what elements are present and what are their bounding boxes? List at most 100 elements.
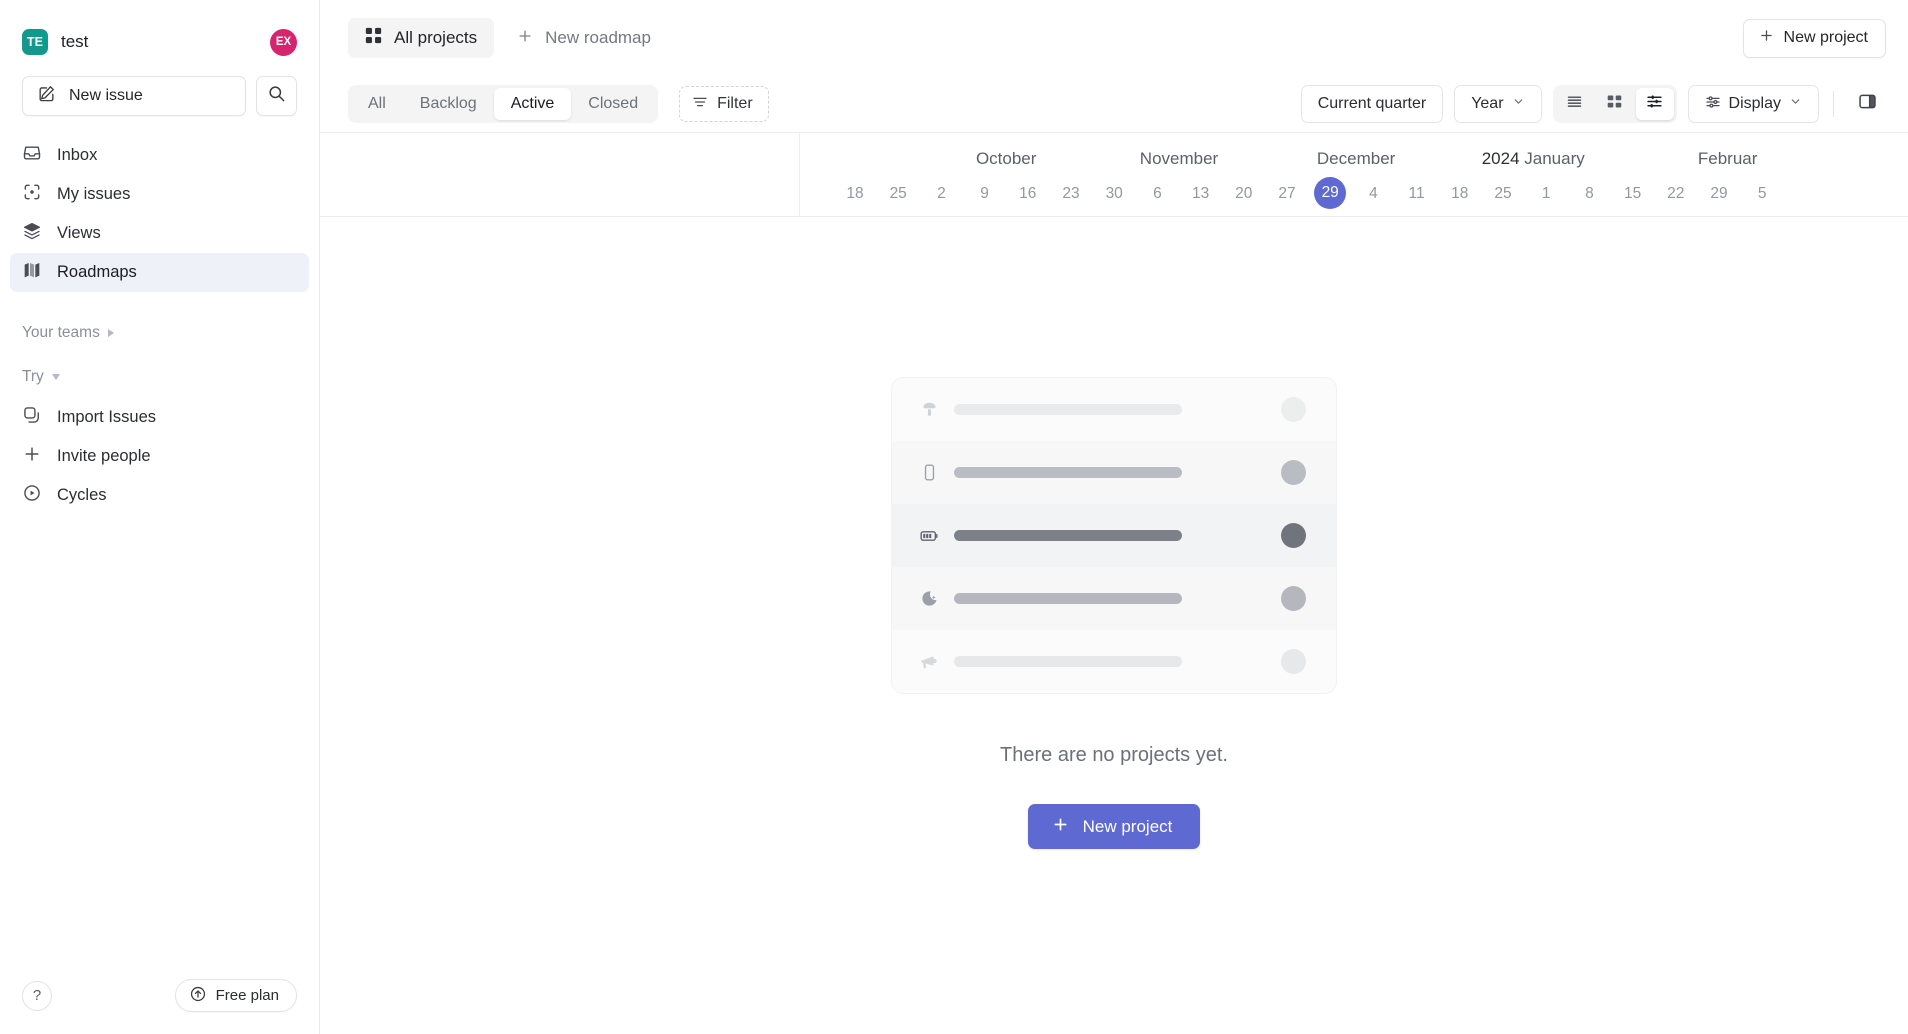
chevron-right-icon [107,329,114,337]
plus-icon [1758,27,1775,49]
tab-backlog[interactable]: Backlog [403,88,494,120]
workspace-name: test [61,32,89,51]
new-project-cta-label: New project [1082,816,1173,836]
search-button[interactable] [256,76,297,116]
new-project-button-top[interactable]: New project [1742,18,1886,58]
timeline-day: 20 [1235,185,1253,202]
current-quarter-button[interactable]: Current quarter [1300,85,1444,123]
mushroom-icon [914,400,944,419]
timeline-day: 1 [1541,185,1551,202]
timeline-scale[interactable]: 18 25 2 9 16 23 30 6 13 20 27 29 4 11 18 25 1 8 15 22 29 5 Oct… [800,133,1908,216]
skeleton-placeholder [891,377,1337,694]
sidebar-item-label: Invite people [57,447,151,465]
all-projects-tab[interactable]: All projects [348,18,495,58]
workspace-header[interactable]: TE test EX [0,0,319,62]
new-issue-button[interactable]: New issue [22,76,246,116]
inbox-icon [22,143,42,168]
empty-message: There are no projects yet. [1000,744,1228,766]
timeline-header: 18 25 2 9 16 23 30 6 13 20 27 29 4 11 18 25 1 8 15 22 29 5 Oct… [320,133,1908,217]
timeline-month-label: January [1524,149,1585,168]
top-bar: All projects New roadmap New project [320,0,1908,76]
sidebar-item-inbox[interactable]: Inbox [10,136,309,175]
sidebar-item-invite-people[interactable]: Invite people [10,437,309,476]
timeline-day: 4 [1369,185,1378,202]
timeline-year: 2024 [1481,149,1525,168]
timeline-day: 6 [1153,185,1162,202]
new-roadmap-button[interactable]: New roadmap [502,18,665,58]
new-project-button-cta[interactable]: New project [1027,804,1201,849]
timeline-day: 16 [1019,185,1037,202]
skeleton-bar [954,656,1182,667]
timeline-view-button[interactable] [1635,88,1674,120]
list-icon [1566,93,1583,115]
timeline-day: 18 [846,185,864,202]
skeleton-bar [954,593,1182,604]
target-icon [22,182,42,207]
timeline-canvas: There are no projects yet. New project [320,217,1908,1034]
chevron-down-icon [1789,95,1802,113]
skeleton-bar [954,404,1182,415]
filter-label: Filter [717,95,753,112]
tab-closed[interactable]: Closed [571,88,655,120]
megaphone-icon [914,652,944,672]
play-circle-icon [22,483,42,508]
sidebar: TE test EX New issue Inbox My issues Vie… [0,0,320,1034]
timeline-icon [1646,93,1663,115]
sidebar-nav: Inbox My issues Views Roadmaps [0,116,319,292]
arrow-up-circle-icon [189,985,207,1007]
roadmap-icon [22,260,42,285]
sidebar-item-label: My issues [57,185,131,203]
timeline-day: 23 [1062,185,1080,202]
sidebar-item-cycles[interactable]: Cycles [10,476,309,515]
toolbar-right: Current quarter Year Display [1300,85,1886,123]
copy-icon [22,405,42,430]
avatar[interactable]: EX [270,28,297,56]
sidebar-footer: ? Free plan [0,979,319,1034]
help-button[interactable]: ? [22,980,52,1011]
timeline-month: Februar [1698,149,1758,169]
skeleton-dot [1281,586,1306,611]
all-projects-label: All projects [394,28,478,47]
display-button[interactable]: Display [1687,85,1819,123]
timeline-day: 13 [1191,185,1210,202]
main-content: All projects New roadmap New project All… [320,0,1908,1034]
side-panel-toggle[interactable] [1848,85,1886,123]
timeline-month-label: October [975,149,1037,168]
timeline-month: November [1140,149,1218,169]
zoom-select[interactable]: Year [1454,85,1542,123]
view-mode-group [1552,85,1677,123]
plus-icon [1051,815,1070,839]
side-panel-icon [1857,91,1878,117]
try-section[interactable]: Try [0,360,319,394]
grid-view-button[interactable] [1596,88,1634,120]
timeline-day: 15 [1623,185,1642,202]
sidebar-item-roadmaps[interactable]: Roadmaps [10,253,309,292]
tab-active[interactable]: Active [493,88,572,120]
timeline-day: 8 [1585,185,1594,202]
new-issue-label: New issue [69,87,143,104]
try-items: Import Issues Invite people Cycles [0,394,319,515]
toolbar-divider [1833,91,1834,117]
new-project-label: New project [1783,29,1868,46]
try-label: Try [22,368,44,385]
timeline-month: 2024 January [1482,149,1585,169]
timeline-month-label: December [1316,149,1396,168]
list-view-button[interactable] [1556,88,1594,120]
sidebar-item-views[interactable]: Views [10,214,309,253]
sidebar-item-label: Cycles [57,486,107,504]
sidebar-item-my-issues[interactable]: My issues [10,175,309,214]
filter-button[interactable]: Filter [679,86,769,122]
tab-all[interactable]: All [351,88,403,120]
timeline-day: 9 [980,185,989,202]
sidebar-item-label: Import Issues [57,408,157,426]
display-label: Display [1728,95,1781,112]
timeline-day: 11 [1408,185,1425,202]
sliders-icon [1705,94,1721,115]
your-teams-section[interactable]: Your teams [0,316,319,350]
sidebar-item-import-issues[interactable]: Import Issues [10,398,309,437]
moon-icon [914,589,944,608]
phone-icon [914,463,944,482]
plan-button[interactable]: Free plan [174,979,297,1012]
plan-label: Free plan [215,987,279,1004]
current-quarter-label: Current quarter [1317,95,1427,112]
